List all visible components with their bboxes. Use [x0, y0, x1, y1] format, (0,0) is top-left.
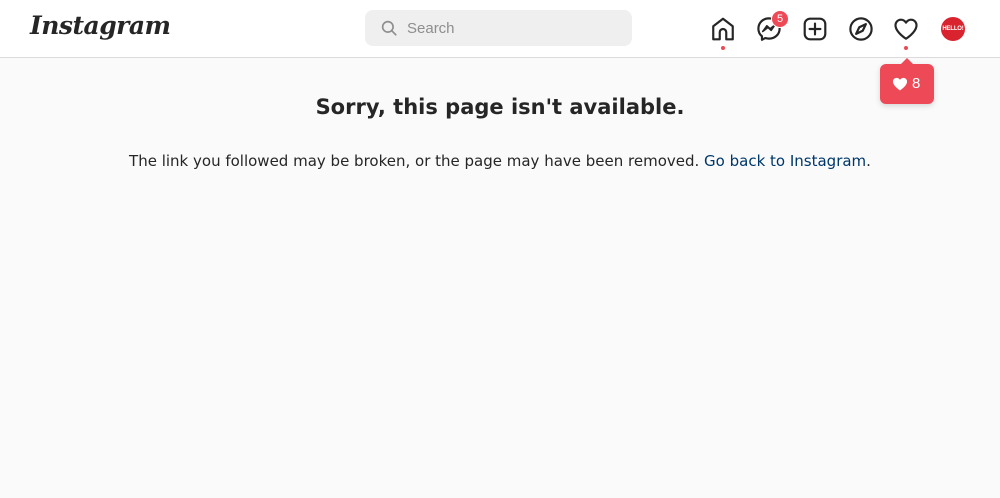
- home-active-dot: [721, 46, 725, 50]
- heart-icon: [892, 77, 908, 91]
- notification-count: 8: [912, 75, 921, 92]
- search-box[interactable]: [365, 10, 632, 46]
- top-navigation-bar: Instagram 5: [0, 0, 1000, 58]
- error-message-text: The link you followed may be broken, or …: [129, 152, 705, 170]
- activity-active-dot: [904, 46, 908, 50]
- home-icon[interactable]: [710, 16, 736, 42]
- new-post-icon[interactable]: [802, 16, 828, 42]
- instagram-logo[interactable]: Instagram: [30, 11, 171, 40]
- search-icon: [381, 20, 397, 36]
- search-input[interactable]: [407, 10, 622, 46]
- error-message: The link you followed may be broken, or …: [0, 152, 1000, 170]
- explore-icon[interactable]: [848, 16, 874, 42]
- activity-heart-icon[interactable]: [893, 16, 919, 42]
- error-message-period: .: [866, 152, 871, 170]
- go-back-link[interactable]: Go back to Instagram: [704, 152, 866, 170]
- messenger-unread-badge: 5: [771, 10, 789, 28]
- profile-avatar[interactable]: HELLO!: [941, 17, 965, 41]
- error-title: Sorry, this page isn't available.: [315, 95, 685, 119]
